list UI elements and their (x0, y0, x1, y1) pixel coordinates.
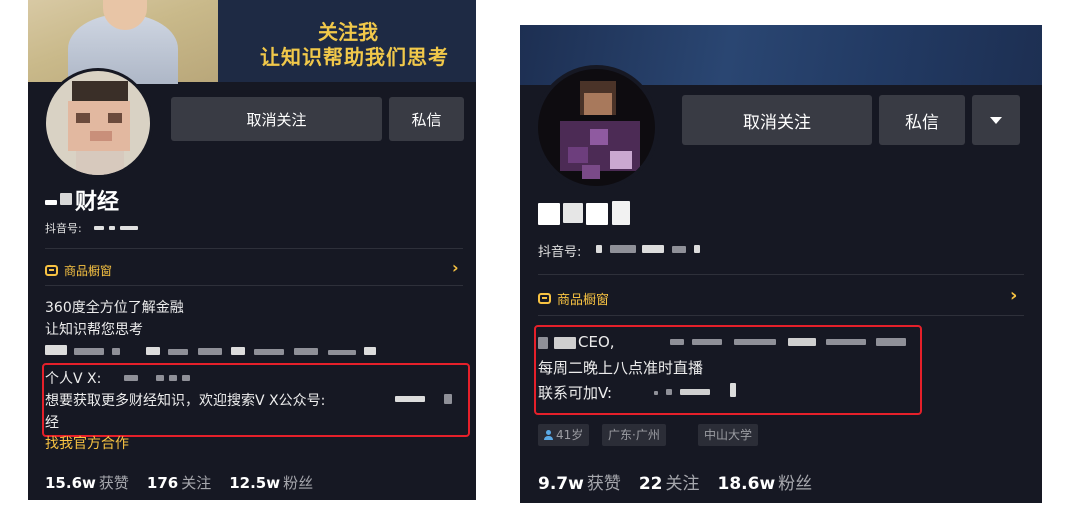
profile-stats: 15.6w 获赞 176 关注 12.5w 粉丝 (45, 472, 313, 493)
shop-window-label: 商品橱窗 (64, 264, 113, 278)
bio-line-2: 每周二晚上八点准时直播 (538, 359, 704, 377)
bio-line-5: 想要获取更多财经知识，欢迎搜索V X公众号: (45, 393, 326, 409)
shop-window-link[interactable]: 商品橱窗 (45, 262, 112, 279)
unfollow-button-label: 取消关注 (743, 112, 811, 133)
unfollow-button[interactable]: 取消关注 (171, 97, 382, 141)
following-stat[interactable]: 22 关注 (639, 469, 700, 494)
likes-stat: 9.7w 获赞 (538, 469, 621, 494)
age-tag-label: 41岁 (556, 428, 584, 442)
bio-line-6: 经 (45, 415, 59, 431)
location-tag: 广东·广州 (602, 424, 666, 446)
followers-label: 粉丝 (778, 474, 813, 494)
douyin-id-label: 抖音号: (45, 222, 82, 235)
likes-stat: 15.6w 获赞 (45, 472, 129, 493)
school-tag-label: 中山大学 (704, 428, 753, 442)
bio-line-3: 联系可加V: (538, 384, 613, 402)
age-tag: 41岁 (538, 424, 590, 446)
profile-name: 财经 (75, 190, 120, 215)
followers-count: 12.5w (229, 474, 281, 492)
following-count: 176 (146, 474, 179, 492)
unfollow-button[interactable]: 取消关注 (682, 95, 872, 145)
left-profile-panel: 关注我 让知识帮助我们思考 取消关注 私信 财经 抖音号: 商品橱窗 › 360… (28, 0, 476, 500)
banner-photo (28, 0, 218, 84)
shop-icon (45, 265, 58, 276)
bio-line-1: CEO, (578, 333, 615, 351)
divider (538, 274, 1024, 275)
avatar[interactable] (534, 65, 659, 190)
likes-count: 15.6w (45, 474, 96, 492)
triangle-down-icon (990, 116, 1002, 124)
bio-line-2: 让知识帮您思考 (45, 322, 143, 338)
school-tag: 中山大学 (698, 424, 759, 446)
shop-window-link[interactable]: 商品橱窗 (538, 289, 609, 308)
message-button[interactable]: 私信 (879, 95, 965, 145)
followers-count: 18.6w (717, 474, 776, 494)
following-count: 22 (638, 474, 663, 494)
likes-label: 获赞 (98, 474, 129, 492)
followers-stat[interactable]: 18.6w 粉丝 (718, 469, 813, 494)
chevron-right-icon[interactable]: › (1010, 285, 1017, 306)
divider (45, 285, 463, 286)
shop-icon (538, 293, 551, 304)
likes-count: 9.7w (538, 474, 584, 494)
following-label: 关注 (665, 474, 700, 494)
message-button-label: 私信 (905, 112, 939, 133)
user-icon (544, 430, 553, 440)
location-tag-label: 广东·广州 (608, 428, 660, 442)
following-stat[interactable]: 176 关注 (147, 472, 211, 493)
message-button[interactable]: 私信 (389, 97, 464, 141)
divider (538, 315, 1024, 316)
following-label: 关注 (181, 474, 212, 492)
likes-label: 获赞 (586, 474, 621, 494)
followers-stat[interactable]: 12.5w 粉丝 (229, 472, 313, 493)
bio-line-4: 个人V X: (45, 371, 102, 387)
bio-line-1: 360度全方位了解金融 (45, 300, 184, 316)
shop-window-label: 商品橱窗 (557, 293, 610, 308)
followers-label: 粉丝 (283, 474, 314, 492)
profile-stats: 9.7w 获赞 22 关注 18.6w 粉丝 (538, 469, 812, 494)
chevron-right-icon[interactable]: › (452, 258, 459, 277)
divider (45, 248, 463, 249)
douyin-id-label: 抖音号: (538, 245, 582, 260)
message-button-label: 私信 (411, 110, 442, 129)
banner-slogan-line2: 让知识帮助我们思考 (260, 45, 449, 69)
more-dropdown-button[interactable] (972, 95, 1020, 145)
unfollow-button-label: 取消关注 (246, 110, 307, 129)
official-cooperation-link[interactable]: 找我官方合作 (45, 433, 129, 453)
right-profile-panel: 取消关注 私信 抖音号: 商品橱窗 › CEO, 每周二晚上八点准时直播 联系可… (520, 25, 1042, 503)
avatar[interactable] (43, 68, 153, 178)
